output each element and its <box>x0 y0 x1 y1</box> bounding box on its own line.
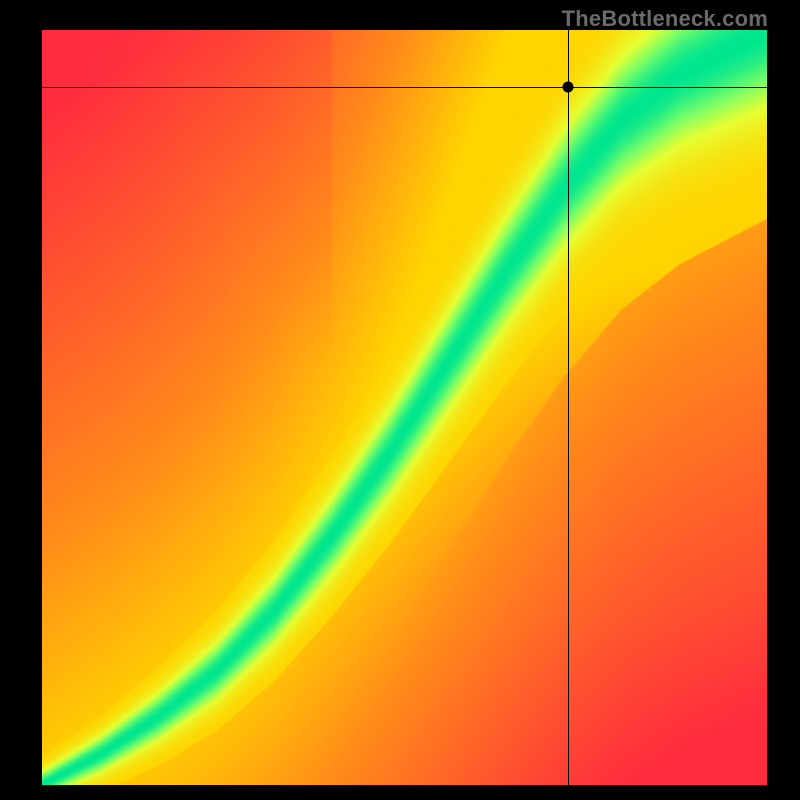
heatmap-canvas <box>42 30 767 785</box>
crosshair-vertical <box>568 30 569 785</box>
heatmap-plot <box>42 30 767 785</box>
data-point-marker <box>562 81 573 92</box>
watermark-text: TheBottleneck.com <box>562 6 768 32</box>
crosshair-horizontal <box>42 87 767 88</box>
chart-frame: TheBottleneck.com <box>0 0 800 800</box>
